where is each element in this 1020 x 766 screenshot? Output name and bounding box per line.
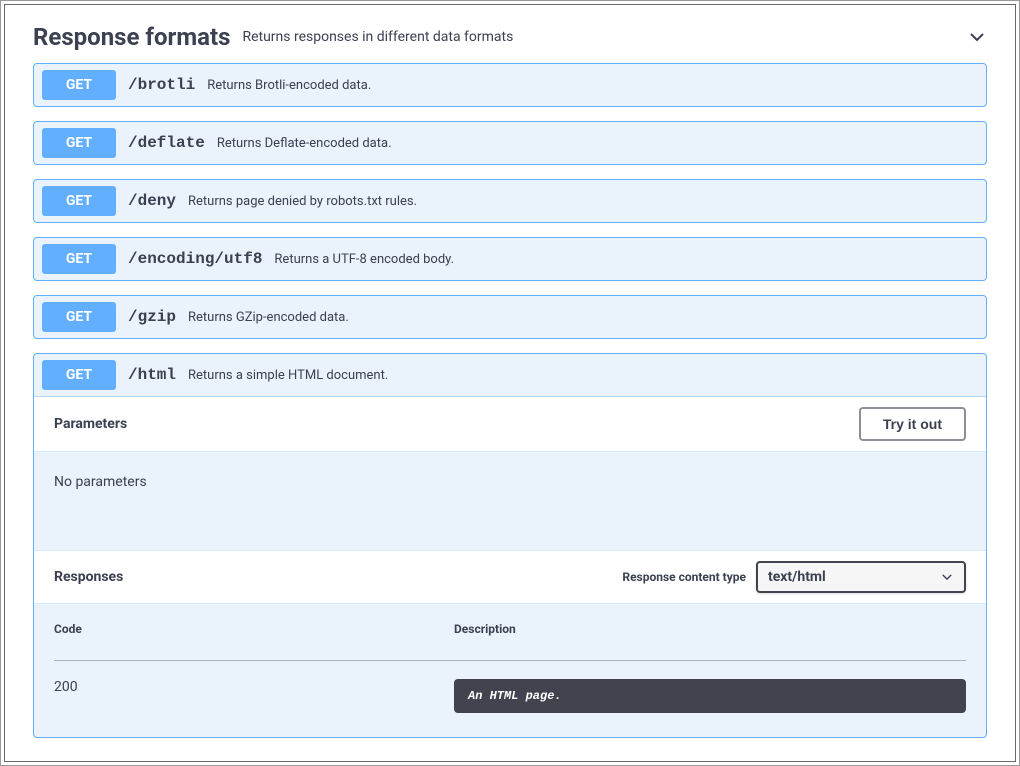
method-badge: GET bbox=[42, 244, 116, 274]
operation-block: GET/gzip Returns GZip-encoded data. bbox=[33, 295, 987, 339]
operation-block: GET/deflate Returns Deflate-encoded data. bbox=[33, 121, 987, 165]
main-scroll[interactable]: Response formats Returns responses in di… bbox=[4, 4, 1016, 762]
operation-summary[interactable]: GET/encoding/utf8 Returns a UTF-8 encoded… bbox=[34, 238, 986, 280]
column-description: Description bbox=[454, 622, 966, 661]
operation-path: /html bbox=[128, 366, 176, 384]
operation-path: /brotli bbox=[128, 76, 195, 94]
operation-summary[interactable]: GET/deflate Returns Deflate-encoded data. bbox=[34, 122, 986, 164]
operation-description: Returns a simple HTML document. bbox=[188, 368, 388, 383]
content-type-wrap: Response content type text/html bbox=[622, 561, 966, 593]
content-type-label: Response content type bbox=[622, 570, 746, 584]
parameters-header: Parameters Try it out bbox=[34, 397, 986, 452]
no-parameters-text: No parameters bbox=[34, 452, 986, 550]
operation-block: GET/brotli Returns Brotli-encoded data. bbox=[33, 63, 987, 107]
operation-path: /gzip bbox=[128, 308, 176, 326]
method-badge: GET bbox=[42, 186, 116, 216]
section-description: Returns responses in different data form… bbox=[242, 29, 967, 45]
method-badge: GET bbox=[42, 360, 116, 390]
response-description: An HTML page. bbox=[454, 679, 966, 713]
column-code: Code bbox=[54, 622, 454, 661]
operation-description: Returns Deflate-encoded data. bbox=[217, 136, 392, 151]
section-title: Response formats bbox=[33, 23, 230, 51]
method-badge: GET bbox=[42, 302, 116, 332]
operation-summary[interactable]: GET/gzip Returns GZip-encoded data. bbox=[34, 296, 986, 338]
operation-block: GET/encoding/utf8 Returns a UTF-8 encoded… bbox=[33, 237, 987, 281]
operation-path: /encoding/utf8 bbox=[128, 250, 262, 268]
operation-summary[interactable]: GET/html Returns a simple HTML document. bbox=[34, 354, 986, 396]
chevron-down-icon bbox=[940, 570, 954, 584]
chevron-down-icon bbox=[967, 27, 987, 47]
content-type-value: text/html bbox=[768, 569, 826, 585]
responses-header: Responses Response content type text/html bbox=[34, 550, 986, 604]
table-row: 200An HTML page. bbox=[54, 661, 966, 714]
operation-block: GET/deny Returns page denied by robots.tx… bbox=[33, 179, 987, 223]
method-badge: GET bbox=[42, 70, 116, 100]
operation-summary[interactable]: GET/brotli Returns Brotli-encoded data. bbox=[34, 64, 986, 106]
method-badge: GET bbox=[42, 128, 116, 158]
content-type-select[interactable]: text/html bbox=[756, 561, 966, 593]
responses-label: Responses bbox=[54, 569, 123, 585]
response-code: 200 bbox=[54, 661, 454, 714]
parameters-label: Parameters bbox=[54, 416, 127, 432]
operation-body: ParametersTry it outNo parametersRespons… bbox=[34, 396, 986, 737]
responses-body: CodeDescription200An HTML page. bbox=[34, 604, 986, 737]
try-it-out-button[interactable]: Try it out bbox=[859, 407, 966, 441]
operation-path: /deny bbox=[128, 192, 176, 210]
operation-path: /deflate bbox=[128, 134, 205, 152]
operation-description: Returns Brotli-encoded data. bbox=[207, 78, 371, 93]
section-header[interactable]: Response formats Returns responses in di… bbox=[33, 15, 987, 63]
operation-block: GET/html Returns a simple HTML document. P… bbox=[33, 353, 987, 738]
operation-description: Returns GZip-encoded data. bbox=[188, 310, 349, 325]
operation-description: Returns a UTF-8 encoded body. bbox=[274, 252, 454, 267]
operation-summary[interactable]: GET/deny Returns page denied by robots.tx… bbox=[34, 180, 986, 222]
operation-description: Returns page denied by robots.txt rules. bbox=[188, 194, 417, 209]
responses-table: CodeDescription200An HTML page. bbox=[54, 622, 966, 713]
